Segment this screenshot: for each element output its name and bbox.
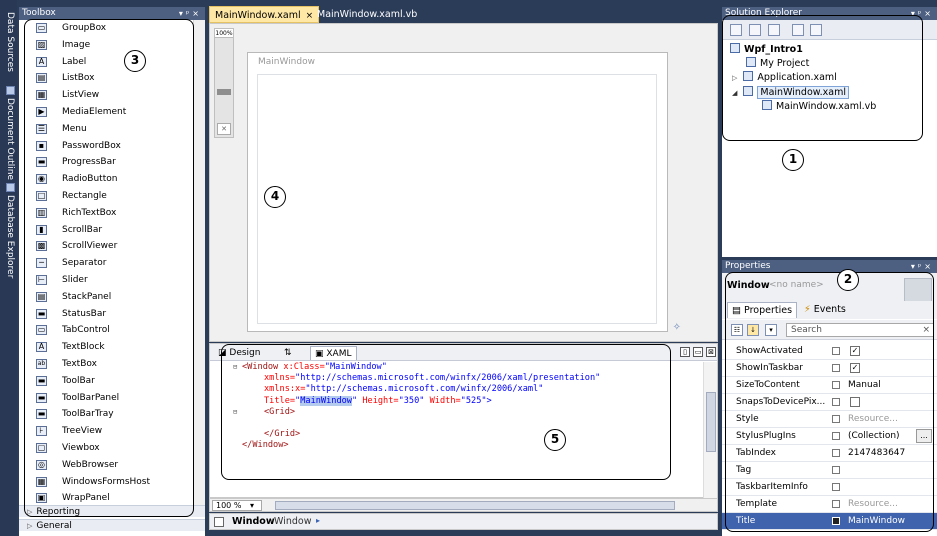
zoom-slider[interactable]: 100% ✕ [214,28,234,138]
annotation-frame-2 [725,272,934,532]
tab-mainwindow-xaml[interactable]: MainWindow.xaml × [209,6,320,23]
breadcrumb-type: Window [274,516,312,527]
document-tab-strip: MainWindow.xaml × MainWindow.xaml.vb [209,6,718,23]
tab-mainwindow-xaml-vb[interactable]: MainWindow.xaml.vb [312,6,422,23]
close-icon[interactable]: × [192,9,202,18]
collapse-pane-icon[interactable]: ⊠ [706,347,716,357]
expand-arrow-icon: ▷ [27,522,33,530]
breadcrumb-element[interactable]: Window [232,516,275,527]
annotation-frame-3 [24,19,194,517]
toolbox-group-general[interactable]: ▷ General [19,519,205,531]
annotation-frame-1 [722,15,923,141]
toolbox-group-label: General [36,521,72,531]
zoom-value: 100 % [216,501,242,510]
fit-to-screen-icon[interactable]: ✕ [217,123,231,135]
document-outline-icon [5,86,15,95]
annotation-number-3: 3 [124,50,146,72]
close-icon[interactable]: × [924,262,934,271]
horizontal-split-icon[interactable]: ▭ [693,347,703,357]
toolbox-scrollbar[interactable] [193,20,205,510]
side-tab-label: Data Sources [5,12,15,72]
side-tab-label: Database Explorer [5,195,15,279]
zoom-combo[interactable]: 100 % ▾ [212,500,262,511]
resize-grip-icon[interactable]: ✧ [673,322,681,333]
properties-title: Properties [725,261,771,271]
annotation-number-1: 1 [782,149,804,171]
design-surface[interactable]: 100% ✕ MainWindow ✧ [209,23,718,342]
tab-label: MainWindow.xaml [215,10,301,21]
scrollbar-thumb[interactable] [706,392,716,452]
window-preview[interactable]: MainWindow ✧ [247,52,681,333]
side-tab-strip: Data Sources Document Outline Database E… [0,0,17,536]
annotation-number-2: 2 [837,269,859,291]
side-tab-database-explorer[interactable]: Database Explorer [2,183,15,278]
annotation-number-5: 5 [544,429,566,451]
dropdown-icon[interactable]: ▾ [911,262,918,271]
chevron-down-icon: ▾ [249,501,254,510]
database-icon [5,183,15,192]
vertical-split-icon[interactable]: ▯ [680,347,690,357]
annotation-number-4: 4 [264,186,286,208]
zoom-percent-label: 100% [215,29,233,38]
side-tab-data-sources[interactable]: Data Sources [2,12,15,72]
zoom-slider-thumb[interactable] [217,89,231,95]
tab-label: MainWindow.xaml.vb [317,9,418,20]
window-icon [214,517,224,527]
horizontal-scrollbar[interactable] [275,501,675,510]
annotation-frame-5 [221,344,671,480]
window-preview-title: MainWindow [258,57,315,67]
toolbox-title: Toolbox [22,8,56,18]
code-vertical-scrollbar[interactable] [703,362,717,498]
dropdown-icon[interactable]: ▾ [179,9,186,18]
window-client-area[interactable] [257,74,657,324]
side-tab-document-outline[interactable]: Document Outline [2,86,15,180]
close-icon[interactable]: × [924,9,934,18]
xaml-bottom-bar: 100 % ▾ [209,498,718,512]
side-tab-label: Document Outline [5,98,15,181]
element-breadcrumb: Window Window ▸ [209,513,718,530]
chevron-right-icon[interactable]: ▸ [316,516,320,525]
